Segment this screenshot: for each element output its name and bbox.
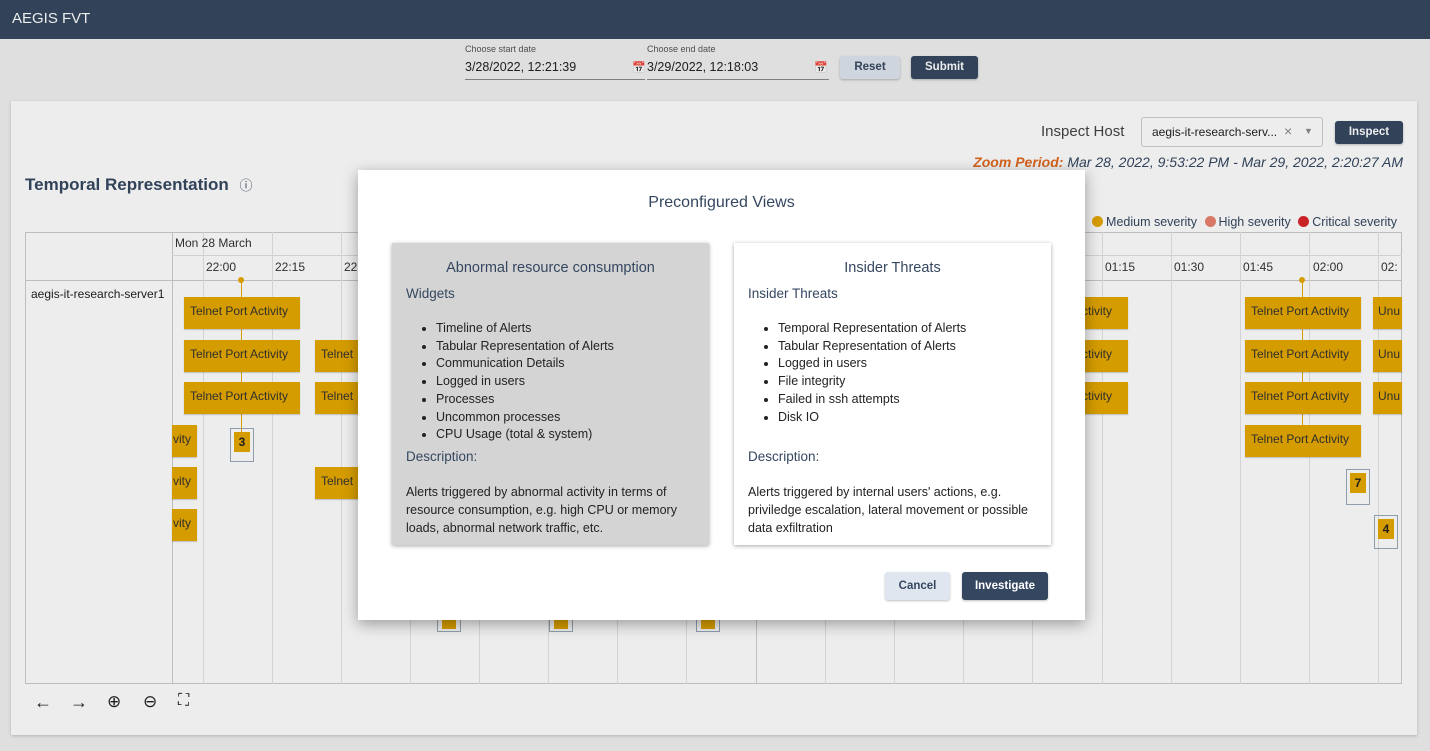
list-item: Processes bbox=[436, 391, 614, 409]
list-item: Tabular Representation of Alerts bbox=[436, 338, 614, 356]
list-item: Logged in users bbox=[436, 373, 614, 391]
dialog-title: Preconfigured Views bbox=[648, 194, 795, 211]
description-text: Alerts triggered by abnormal activity in… bbox=[406, 485, 677, 535]
list-item: Temporal Representation of Alerts bbox=[778, 320, 966, 338]
widget-list: Timeline of Alerts Tabular Representatio… bbox=[422, 320, 614, 444]
investigate-button[interactable]: Investigate bbox=[962, 572, 1048, 600]
list-item: Disk IO bbox=[778, 409, 966, 427]
description-heading: Description: bbox=[406, 449, 478, 464]
preconfigured-views-dialog: Preconfigured Views Abnormal resource co… bbox=[358, 170, 1085, 620]
view-card-title: Abnormal resource consumption bbox=[446, 260, 655, 276]
view-card-insider-threats[interactable]: Insider Threats Insider Threats Temporal… bbox=[734, 243, 1051, 545]
widget-list: Temporal Representation of Alerts Tabula… bbox=[764, 320, 966, 426]
list-item: Failed in ssh attempts bbox=[778, 391, 966, 409]
list-item: Communication Details bbox=[436, 355, 614, 373]
list-item: CPU Usage (total & system) bbox=[436, 426, 614, 444]
view-card-title: Insider Threats bbox=[844, 260, 941, 276]
list-item: Timeline of Alerts bbox=[436, 320, 614, 338]
list-item: Logged in users bbox=[778, 355, 966, 373]
widgets-heading: Widgets bbox=[406, 286, 455, 301]
description-heading: Description: bbox=[748, 449, 820, 464]
view-card-abnormal-resource[interactable]: Abnormal resource consumption Widgets Ti… bbox=[392, 243, 709, 545]
list-item: Uncommon processes bbox=[436, 409, 614, 427]
description-text: Alerts triggered by internal users' acti… bbox=[748, 485, 1029, 535]
list-item: File integrity bbox=[778, 373, 966, 391]
list-item: Tabular Representation of Alerts bbox=[778, 338, 966, 356]
widgets-heading: Insider Threats bbox=[748, 286, 838, 301]
cancel-button[interactable]: Cancel bbox=[885, 572, 950, 600]
